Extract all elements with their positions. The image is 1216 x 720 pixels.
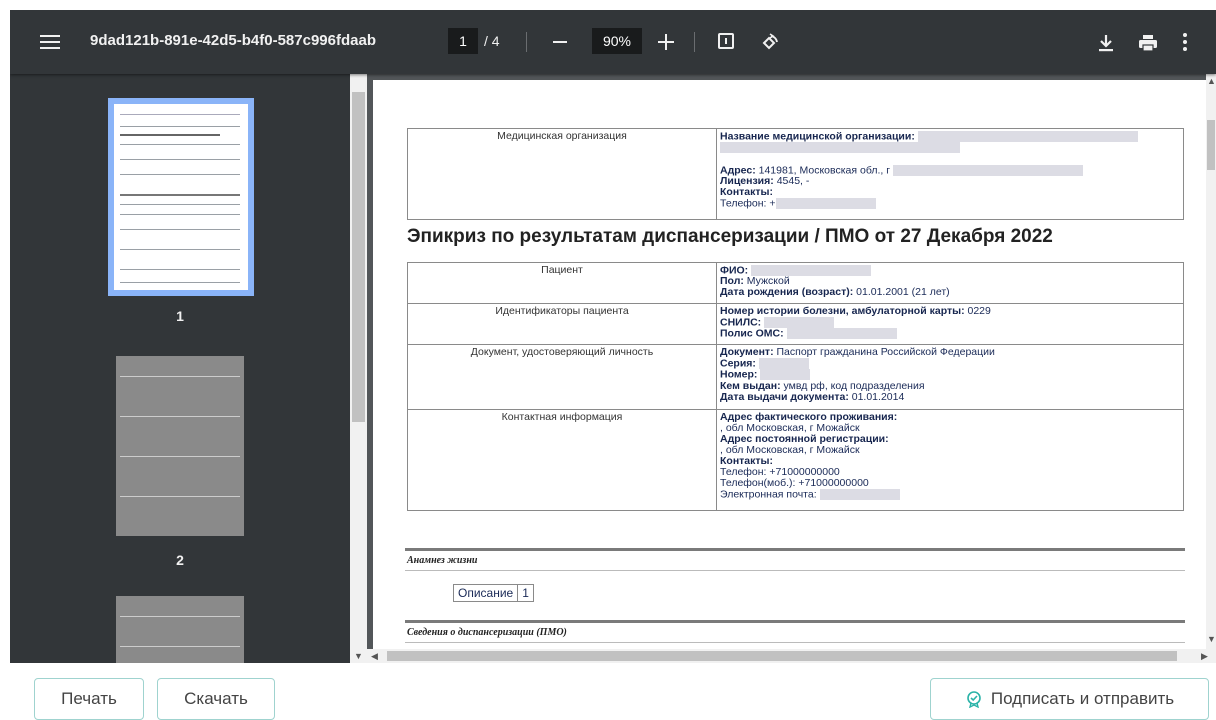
document-heading: Эпикриз по результатам диспансеризации /… [407, 226, 1053, 247]
sidebar-scrollbar[interactable] [350, 74, 367, 663]
download-button[interactable]: Скачать [157, 678, 275, 720]
print-button[interactable]: Печать [34, 678, 144, 720]
fit-to-page-icon[interactable] [718, 33, 734, 49]
toolbar-divider [694, 32, 695, 52]
section-title-dispanserization: Сведения о диспансеризации (ПМО) [407, 627, 567, 638]
document-viewport: Медицинская организация Название медицин… [367, 74, 1216, 649]
toolbar-divider [526, 32, 527, 52]
zoom-in-icon[interactable] [658, 34, 674, 50]
section-divider [405, 548, 1185, 551]
zoom-level-input[interactable]: 90% [592, 28, 642, 54]
section-title-anamnesis: Анамнез жизни [407, 555, 478, 566]
pdf-toolbar: 9dad121b-891e-42d5-b4f0-587c996fdaab 1 /… [10, 10, 1216, 74]
section-underline [405, 642, 1185, 643]
page-thumbnail-1[interactable] [108, 98, 254, 296]
horizontal-scrollbar-thumb[interactable] [387, 651, 1177, 661]
sign-and-send-button[interactable]: Подписать и отправить [930, 678, 1209, 720]
page-count: / 4 [484, 33, 500, 49]
scroll-right-icon[interactable]: ▶ [1201, 651, 1208, 662]
page-thumbnail-2[interactable] [116, 356, 244, 536]
download-icon[interactable] [1098, 34, 1114, 52]
scroll-left-icon[interactable]: ◀ [371, 651, 378, 662]
sidebar-scrollbar-thumb[interactable] [352, 92, 365, 422]
document-page: Медицинская организация Название медицин… [373, 80, 1209, 649]
thumbnail-sidebar: 1 2 [10, 74, 350, 663]
section-underline [405, 570, 1185, 571]
zoom-out-icon[interactable] [553, 41, 567, 43]
viewer-horizontal-scrollbar[interactable]: ◀ ▶ [367, 649, 1216, 663]
pdf-viewer: 9dad121b-891e-42d5-b4f0-587c996fdaab 1 /… [10, 10, 1216, 663]
patient-table: Пациент ФИО: Пол: Мужской Дата рождения … [407, 262, 1184, 511]
scroll-down-icon[interactable]: ▼ [1207, 634, 1216, 644]
print-icon[interactable] [1138, 34, 1158, 52]
org-details: Название медицинской организации: Адрес:… [716, 128, 1184, 220]
description-number: 1 [522, 586, 529, 600]
page-thumbnail-3[interactable] [116, 596, 244, 663]
sign-and-send-label: Подписать и отправить [990, 689, 1175, 708]
more-options-icon[interactable] [1183, 33, 1187, 51]
menu-icon[interactable] [40, 35, 60, 49]
page-number-input[interactable]: 1 [448, 28, 478, 54]
org-label: Медицинская организация [407, 128, 717, 220]
signature-badge-icon [967, 691, 981, 708]
description-label: Описание [454, 585, 519, 601]
patient-label: Пациент [407, 262, 717, 304]
description-table: Описание 1 [453, 584, 534, 602]
thumbnail-label: 1 [176, 308, 184, 324]
section-divider [405, 620, 1185, 623]
patient-ids-label: Идентификаторы пациента [407, 303, 717, 345]
organization-table: Медицинская организация Название медицин… [407, 128, 1184, 220]
scroll-up-icon[interactable]: ▲ [1207, 76, 1216, 86]
document-title: 9dad121b-891e-42d5-b4f0-587c996fdaab [90, 32, 376, 49]
id-document-label: Документ, удостоверяющий личность [407, 344, 717, 410]
thumbnail-label: 2 [176, 552, 184, 568]
contact-info-label: Контактная информация [407, 409, 717, 511]
sidebar-scroll-down-icon[interactable]: ▼ [354, 651, 363, 661]
rotate-icon[interactable] [758, 32, 780, 54]
viewer-scrollbar-thumb[interactable] [1207, 120, 1215, 170]
viewer-vertical-scrollbar[interactable]: ▲ ▼ [1206, 74, 1216, 649]
